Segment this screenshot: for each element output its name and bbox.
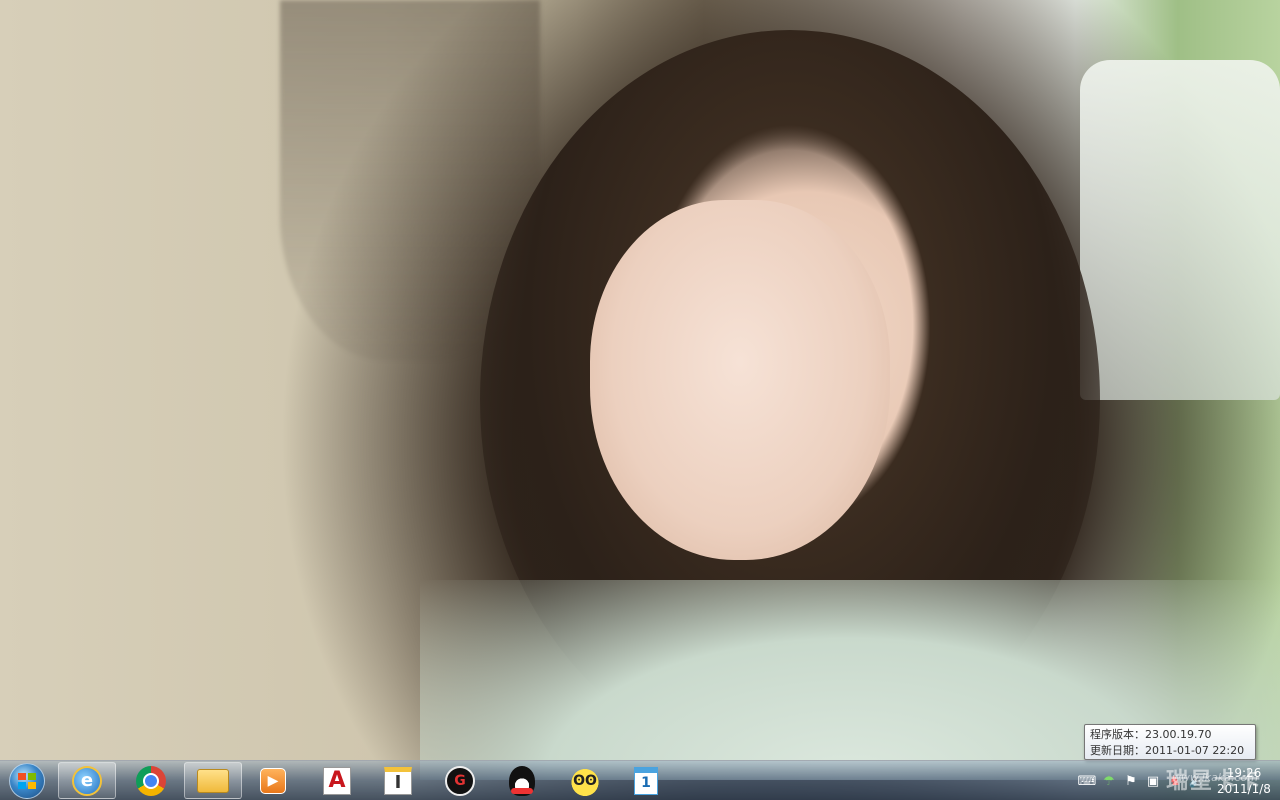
- autocad-icon: A: [323, 766, 351, 795]
- tooltip-date-row: 更新日期：2011-01-07 22:20: [1090, 743, 1250, 759]
- chrome-icon: [136, 765, 166, 796]
- tooltip-version-row: 程序版本：23.00.19.70: [1090, 727, 1250, 743]
- taskbar-mascot-button[interactable]: ʘʘ: [556, 762, 614, 799]
- antivirus-tooltip: 程序版本：23.00.19.70 更新日期：2011-01-07 22:20: [1084, 724, 1256, 760]
- taskbar-explorer-button[interactable]: [184, 762, 242, 799]
- taskbar-media-button[interactable]: ▶: [244, 762, 302, 799]
- network-icon[interactable]: ▣: [1142, 770, 1164, 792]
- taskbar-game-button[interactable]: G: [431, 762, 489, 799]
- folder-icon: [197, 768, 229, 793]
- tooltip-version-label: 程序版本：: [1090, 728, 1145, 741]
- game-icon: G: [445, 765, 475, 796]
- tooltip-version-value: 23.00.19.70: [1145, 728, 1212, 741]
- wallpaper-face: [590, 200, 890, 560]
- system-tray: ⌨ ☂ ⚑ ▣ ♞ 🔈 19:26 2011/1/8 瑞星卡卡 www.ikak…: [1076, 761, 1280, 800]
- taskbar-chrome-button[interactable]: [122, 762, 180, 799]
- taskbar-calendar-button[interactable]: 1: [617, 762, 675, 799]
- mascot-icon: ʘʘ: [570, 765, 600, 796]
- qq-penguin-icon: [509, 765, 535, 796]
- pro-app-icon: I: [384, 766, 412, 795]
- taskbar-autocad-button[interactable]: A: [308, 762, 366, 799]
- taskbar-ie-button[interactable]: e: [58, 762, 116, 799]
- desktop-wallpaper[interactable]: 程序版本：23.00.19.70 更新日期：2011-01-07 22:20 e…: [0, 0, 1280, 800]
- umbrella-icon[interactable]: ☂: [1098, 770, 1120, 792]
- flag-icon[interactable]: ⚑: [1120, 770, 1142, 792]
- taskbar-qq-button[interactable]: [493, 762, 551, 799]
- wallpaper-lantern: [1080, 60, 1280, 400]
- windows-logo-icon: [9, 763, 45, 799]
- start-button[interactable]: [4, 761, 50, 800]
- keyboard-icon[interactable]: ⌨: [1076, 770, 1098, 792]
- watermark-url: www.ikaka.com: [1171, 771, 1258, 784]
- internet-explorer-icon: e: [72, 765, 102, 796]
- taskbar: e ▶ A I G ʘʘ 1 ⌨ ☂ ⚑ ▣ ♞ 🔈 19:26 2011/1/…: [0, 760, 1280, 800]
- media-player-icon: ▶: [260, 767, 286, 794]
- calendar-icon: 1: [634, 766, 658, 795]
- taskbar-pro-button[interactable]: I: [369, 762, 427, 799]
- tooltip-date-value: 2011-01-07 22:20: [1145, 744, 1245, 757]
- tooltip-date-label: 更新日期：: [1090, 744, 1145, 757]
